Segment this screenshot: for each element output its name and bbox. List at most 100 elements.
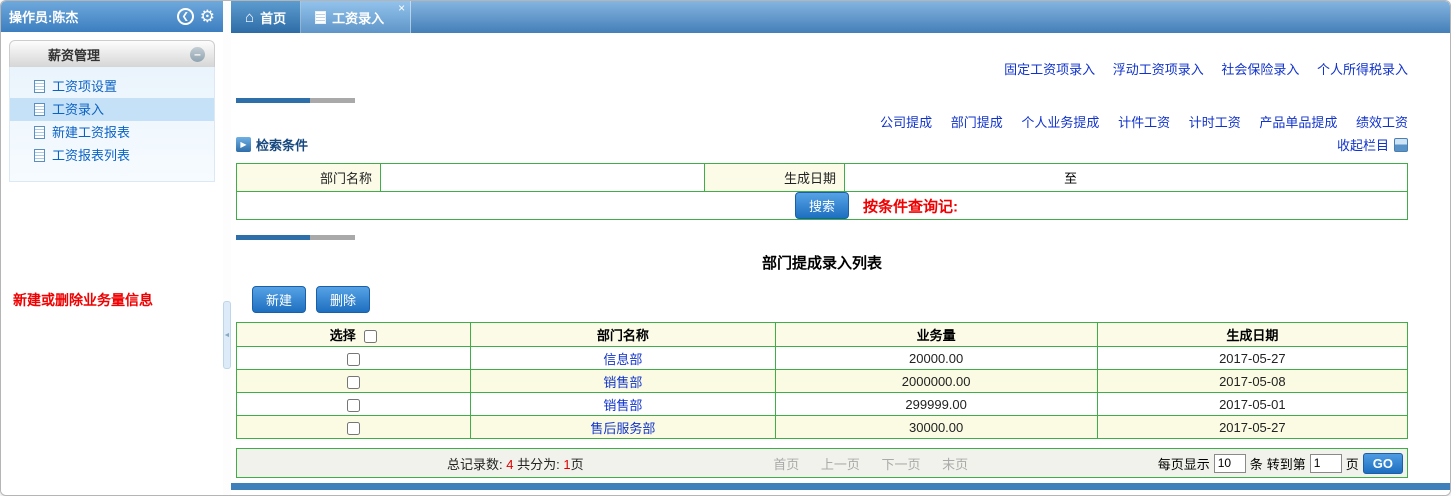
close-icon[interactable]: × bbox=[398, 1, 405, 15]
column-header-date: 生成日期 bbox=[1096, 322, 1409, 347]
date-cell: 2017-05-08 bbox=[1096, 369, 1409, 393]
link-piecework-wage[interactable]: 计件工资 bbox=[1118, 115, 1170, 130]
table-row: 销售部 299999.00 2017-05-01 bbox=[235, 392, 1409, 416]
search-criteria-header[interactable]: ▶ 检索条件 bbox=[236, 135, 308, 154]
search-annotation: 按条件查询记: bbox=[862, 198, 958, 215]
app-window: 操作员:陈杰 ❮ ⚙ 薪资管理 – 工资项设置 工资录入 新建工资报表 工资报表… bbox=[0, 0, 1451, 496]
link-product-unit-commission[interactable]: 产品单品提成 bbox=[1259, 115, 1337, 130]
dept-name-label: 部门名称 bbox=[236, 163, 381, 192]
link-fixed-wage-entry[interactable]: 固定工资项录入 bbox=[1004, 62, 1095, 77]
page-last-link[interactable]: 末页 bbox=[942, 457, 968, 472]
search-button[interactable]: 搜索 bbox=[794, 192, 849, 219]
new-button[interactable]: 新建 bbox=[252, 286, 307, 313]
collapse-columns-label: 收起栏目 bbox=[1336, 138, 1389, 153]
dept-link[interactable]: 售后服务部 bbox=[590, 421, 655, 436]
sidebar-item-wage-item-settings[interactable]: 工资项设置 bbox=[10, 75, 214, 98]
sidebar-item-new-wage-report[interactable]: 新建工资报表 bbox=[10, 121, 214, 144]
table-row: 信息部 20000.00 2017-05-27 bbox=[235, 346, 1409, 370]
date-from-input[interactable] bbox=[845, 165, 1059, 190]
date-cell: 2017-05-01 bbox=[1096, 392, 1409, 416]
volume-cell: 2000000.00 bbox=[774, 369, 1098, 393]
link-floating-wage-entry[interactable]: 浮动工资项录入 bbox=[1113, 62, 1204, 77]
document-icon bbox=[315, 10, 327, 24]
link-performance-wage[interactable]: 绩效工资 bbox=[1356, 115, 1408, 130]
volume-cell: 299999.00 bbox=[774, 392, 1098, 416]
row-checkbox[interactable] bbox=[347, 421, 361, 435]
goto-page-input[interactable] bbox=[1309, 453, 1342, 473]
link-company-commission[interactable]: 公司提成 bbox=[880, 115, 932, 130]
sidebar: 操作员:陈杰 ❮ ⚙ 薪资管理 – 工资项设置 工资录入 新建工资报表 工资报表… bbox=[1, 1, 223, 495]
link-income-tax-entry[interactable]: 个人所得税录入 bbox=[1317, 62, 1408, 77]
document-icon bbox=[34, 103, 45, 116]
per-page-input[interactable] bbox=[1213, 453, 1246, 473]
panel-header-salary-management[interactable]: 薪资管理 – bbox=[9, 40, 215, 67]
search-criteria-title: 检索条件 bbox=[256, 138, 309, 153]
table-row: 售后服务部 30000.00 2017-05-27 bbox=[235, 415, 1409, 439]
record-count-summary: 总记录数: 4 共分为: 1页 bbox=[447, 456, 584, 472]
table-row: 销售部 2000000.00 2017-05-08 bbox=[235, 369, 1409, 393]
commission-list-table: 选择 部门名称 业务量 生成日期 信息部 20000.00 2017-05-27… bbox=[235, 322, 1409, 439]
delete-button[interactable]: 删除 bbox=[316, 286, 371, 313]
tab-bar: ⌂ 首页 工资录入 × bbox=[231, 1, 1450, 33]
volume-cell: 20000.00 bbox=[774, 346, 1098, 370]
dept-name-input[interactable] bbox=[381, 165, 704, 190]
tab-label: 工资录入 bbox=[332, 10, 385, 26]
row-checkbox[interactable] bbox=[347, 398, 361, 412]
progress-gray-segment bbox=[310, 235, 355, 240]
link-personal-business-commission[interactable]: 个人业务提成 bbox=[1021, 115, 1099, 130]
tab-wage-entry[interactable]: 工资录入 × bbox=[301, 1, 412, 33]
document-icon bbox=[34, 149, 45, 162]
bottom-bar bbox=[231, 483, 1450, 490]
tab-label: 首页 bbox=[260, 10, 287, 26]
link-department-commission[interactable]: 部门提成 bbox=[951, 115, 1003, 130]
collapse-panel-icon[interactable]: – bbox=[190, 46, 205, 62]
page-first-link[interactable]: 首页 bbox=[773, 457, 799, 472]
operator-label: 操作员:陈杰 bbox=[9, 10, 79, 25]
sidebar-item-wage-entry[interactable]: 工资录入 bbox=[10, 98, 214, 121]
dept-link[interactable]: 销售部 bbox=[603, 375, 642, 390]
home-icon: ⌂ bbox=[245, 8, 255, 26]
row-checkbox[interactable] bbox=[347, 375, 361, 389]
go-button[interactable]: GO bbox=[1362, 452, 1403, 474]
main-area: ⌂ 首页 工资录入 × 固定工资项录入 浮动工资项录入 社会保险录入 个人所得税… bbox=[231, 1, 1450, 495]
search-form-table: 部门名称 生成日期 至 搜索 按条件查询记: bbox=[236, 163, 1408, 220]
splitter-collapse-handle[interactable]: ◄ bbox=[223, 301, 231, 369]
date-to-input[interactable] bbox=[1083, 165, 1407, 190]
total-pages-value: 1 bbox=[563, 456, 571, 472]
back-icon[interactable]: ❮ bbox=[176, 8, 194, 25]
pagination: 首页 上一页 下一页 末页 bbox=[584, 454, 1158, 473]
date-cell: 2017-05-27 bbox=[1096, 346, 1409, 370]
tab-home[interactable]: ⌂ 首页 bbox=[231, 1, 302, 33]
link-hourly-wage[interactable]: 计时工资 bbox=[1189, 115, 1241, 130]
link-social-insurance-entry[interactable]: 社会保险录入 bbox=[1221, 62, 1299, 77]
volume-cell: 30000.00 bbox=[774, 415, 1098, 439]
progress-gray-segment bbox=[310, 98, 355, 103]
page-prev-link[interactable]: 上一页 bbox=[821, 457, 860, 472]
sidebar-annotation: 新建或删除业务量信息 bbox=[13, 292, 153, 308]
collapse-columns-link[interactable]: 收起栏目 bbox=[1337, 135, 1408, 154]
column-header-select: 选择 bbox=[235, 322, 472, 347]
document-icon bbox=[34, 80, 45, 93]
entry-links-row: 固定工资项录入 浮动工资项录入 社会保险录入 个人所得税录入 bbox=[236, 33, 1408, 78]
total-records-value: 4 bbox=[506, 456, 514, 472]
sidebar-item-wage-report-list[interactable]: 工资报表列表 bbox=[10, 144, 214, 167]
sidebar-splitter: ◄ bbox=[223, 1, 231, 495]
list-title: 部门提成录入列表 bbox=[761, 255, 882, 272]
goto-page-label: 转到第 bbox=[1266, 456, 1306, 472]
progress-blue-segment bbox=[236, 235, 310, 240]
tab-content: 固定工资项录入 浮动工资项录入 社会保险录入 个人所得税录入 公司提成 部门提成… bbox=[231, 33, 1450, 495]
select-all-checkbox[interactable] bbox=[364, 330, 378, 344]
goto-page-unit: 页 bbox=[1345, 456, 1359, 472]
commission-links-row: 公司提成 部门提成 个人业务提成 计件工资 计时工资 产品单品提成 绩效工资 bbox=[236, 112, 1408, 131]
gear-icon[interactable]: ⚙ bbox=[200, 8, 215, 25]
row-checkbox[interactable] bbox=[347, 352, 361, 366]
progress-blue-segment bbox=[236, 98, 310, 103]
sidebar-topbar: 操作员:陈杰 ❮ ⚙ bbox=[1, 1, 223, 32]
page-next-link[interactable]: 下一页 bbox=[881, 457, 920, 472]
dept-link[interactable]: 销售部 bbox=[603, 398, 642, 413]
dept-link[interactable]: 信息部 bbox=[603, 352, 642, 367]
sidebar-item-label: 新建工资报表 bbox=[52, 125, 131, 140]
sidebar-item-label: 工资录入 bbox=[52, 102, 105, 117]
progress-bar bbox=[236, 235, 1408, 240]
action-buttons-row: 新建 删除 bbox=[252, 286, 1408, 313]
